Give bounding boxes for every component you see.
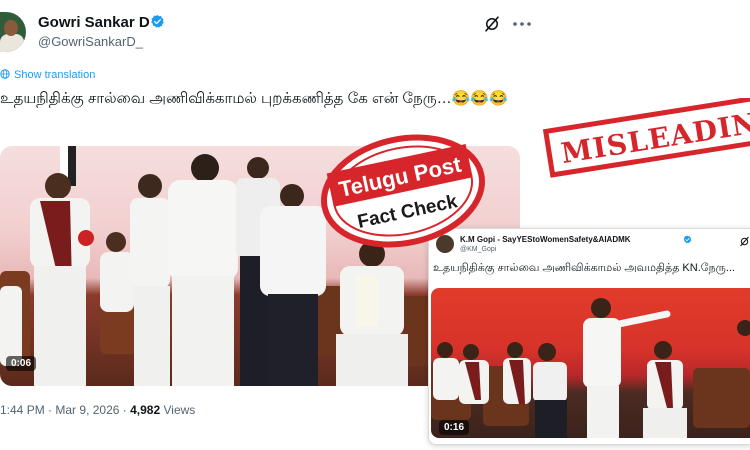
second-tweet-text: உதயநிதிக்கு சால்வை அணிவிக்காமல் அவமதித்த… [433, 262, 735, 274]
second-video-duration: 0:16 [439, 420, 470, 435]
grok-icon[interactable] [483, 15, 501, 33]
show-translation-link[interactable]: Show translation [14, 69, 95, 81]
second-grok-icon[interactable] [739, 236, 750, 247]
video-duration: 0:06 [6, 356, 37, 371]
verified-badge-icon [151, 14, 164, 28]
second-video-frame-illustration [431, 298, 750, 438]
views-label: Views [163, 403, 196, 417]
views-count: 4,982 [130, 403, 161, 417]
author-avatar[interactable] [0, 12, 26, 52]
tweet-date[interactable]: Mar 9, 2026 [55, 403, 119, 417]
globe-icon [0, 69, 10, 79]
second-verified-badge-icon [683, 235, 692, 244]
tweet-time[interactable]: 1:44 PM [0, 403, 45, 417]
time-date-separator: · [48, 403, 53, 417]
date-views-separator: · [122, 403, 127, 417]
tweet-timestamp: 1:44 PM · Mar 9, 2026 · 4,982 Views [0, 403, 195, 417]
misleading-stamp: MISLEADING [542, 98, 750, 178]
author-handle[interactable]: @GowriSankarD_ [38, 34, 143, 49]
telugu-post-fact-check-stamp: Telugu Post Fact Check [321, 134, 485, 248]
author-name[interactable]: Gowri Sankar D [38, 14, 150, 31]
tweet-text: உதயநிதிக்கு சால்வை அணிவிக்காமல் புறக்கணி… [0, 90, 508, 107]
more-icon[interactable] [513, 22, 531, 26]
second-tweet-video[interactable]: 0:16 [431, 288, 750, 438]
